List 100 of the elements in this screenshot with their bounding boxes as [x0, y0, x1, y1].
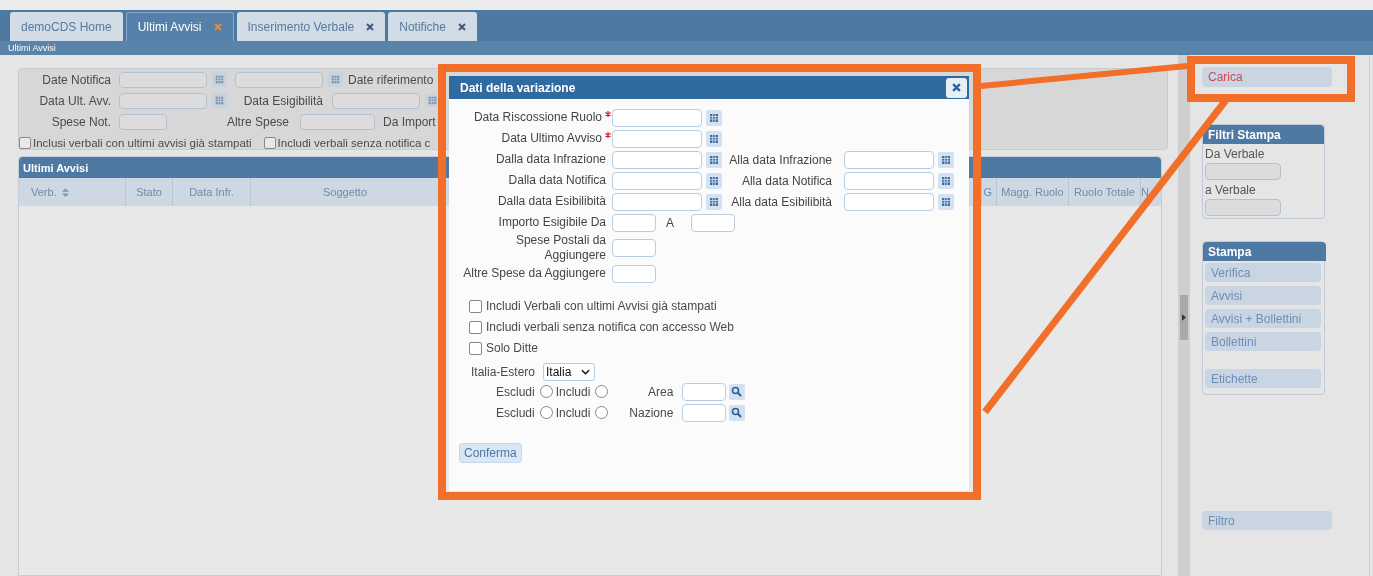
input-field[interactable] [612, 239, 656, 257]
field-label: Dalla data Notifica [507, 173, 607, 188]
field-label: Date riferimento [348, 72, 434, 87]
input-field[interactable] [612, 171, 702, 190]
print-button[interactable]: Avvisi [1205, 286, 1321, 305]
field-label: A [666, 215, 674, 230]
load-button[interactable]: Carica [1202, 67, 1332, 87]
field-label: Data Ult. Avv. [38, 93, 111, 108]
chevron-icon[interactable] [581, 369, 591, 375]
input-field[interactable] [691, 213, 735, 232]
checkbox-label: Includi verbali senza notifica con accesso Web [486, 320, 734, 334]
field-label: Altre Spese da Aggiungere [462, 266, 607, 281]
checkbox[interactable] [19, 136, 31, 149]
input-field[interactable] [612, 129, 702, 148]
field-label: Dalla data Esibilibità [496, 194, 607, 209]
input-field[interactable] [1205, 163, 1281, 180]
calendar-icon[interactable] [706, 130, 722, 147]
print-button[interactable]: Etichette [1205, 369, 1321, 388]
country-select[interactable]: Italia [543, 363, 596, 381]
arrow-icon [1182, 314, 1186, 321]
close-button[interactable] [946, 77, 967, 98]
input-field[interactable] [844, 192, 934, 211]
input-field[interactable] [612, 264, 656, 283]
input-field[interactable] [1205, 199, 1281, 216]
close-icon[interactable] [366, 22, 375, 31]
field-label: Da Verbale [1204, 147, 1265, 161]
column-header[interactable]: Soggetto [251, 178, 439, 206]
column-header[interactable]: Verb. [19, 178, 126, 206]
sort-icon[interactable] [61, 187, 69, 197]
print-button[interactable]: Verifica [1205, 263, 1321, 282]
calendar-icon[interactable] [938, 172, 954, 189]
tab[interactable]: Notifiche [388, 12, 477, 41]
field-label: Altre Spese [225, 114, 289, 129]
field-label: Data Esigibilità [242, 93, 323, 108]
column-header[interactable]: Magg. Ruolo [997, 178, 1069, 206]
search-icon[interactable] [729, 383, 746, 400]
collapse-handle[interactable] [1180, 295, 1188, 340]
input-field[interactable] [844, 150, 934, 169]
field-label: Italia-Estero [471, 365, 536, 379]
column-header[interactable]: N [1141, 178, 1161, 206]
input-field[interactable] [612, 150, 702, 169]
search-icon[interactable] [729, 404, 746, 421]
print-button[interactable]: Bollettini [1205, 332, 1321, 351]
calendar-icon[interactable] [706, 109, 722, 126]
input-field[interactable] [612, 108, 702, 127]
radio-label: Escludi [496, 405, 535, 420]
checkbox[interactable] [469, 299, 482, 313]
input-field[interactable] [119, 113, 167, 130]
close-icon[interactable] [457, 22, 466, 31]
input-field[interactable] [682, 382, 727, 401]
input-field[interactable] [300, 113, 375, 130]
field-label: Nazione [628, 405, 674, 420]
input-field[interactable] [682, 403, 727, 422]
field-label: Data Riscossione Ruolo [459, 110, 611, 125]
input-field[interactable] [119, 92, 207, 109]
checkbox-label: Includi verbali senza notifica c [277, 136, 431, 149]
column-header[interactable]: Ruolo Totale [1069, 178, 1141, 206]
checkbox[interactable] [469, 341, 482, 355]
input-field[interactable] [332, 92, 420, 109]
checkbox-label: Inclusi verbali con ultimi avvisi già stampati [33, 136, 252, 149]
radio-button[interactable] [595, 406, 609, 419]
tab[interactable]: demoCDS Home [10, 12, 123, 41]
column-header[interactable]: G [981, 178, 997, 206]
field-label: Area [647, 384, 674, 399]
checkbox[interactable] [263, 136, 276, 149]
panel-title: Stampa [1203, 242, 1326, 261]
calendar-icon[interactable] [706, 172, 722, 189]
field-label: Spese Postali da Aggiungere [514, 233, 607, 263]
radio-button[interactable] [539, 385, 553, 398]
field-label: Alla data Infrazione [728, 152, 832, 167]
field-label: Spese Not. [50, 114, 111, 129]
radio-label: Includi [555, 384, 591, 399]
breadcrumb-text: Ultimi Avvisi [8, 43, 56, 53]
required-icon [605, 132, 611, 138]
calendar-icon[interactable] [938, 193, 954, 210]
radio-label: Includi [555, 405, 591, 420]
checkbox[interactable] [469, 320, 482, 334]
input-field[interactable] [119, 71, 207, 88]
calendar-icon[interactable] [706, 151, 722, 168]
radio-button[interactable] [539, 406, 553, 419]
radio-button[interactable] [595, 385, 609, 398]
input-field[interactable] [844, 171, 934, 190]
tab[interactable]: Ultimi Avvisi [125, 12, 234, 41]
tab[interactable]: Inserimento Verbale [236, 12, 386, 41]
panel-title: Filtri Stampa [1203, 125, 1324, 144]
filter-button[interactable]: Filtro [1202, 511, 1332, 530]
confirm-button[interactable]: Conferma [459, 443, 522, 463]
input-field[interactable] [235, 71, 323, 88]
column-header[interactable]: Stato [126, 178, 173, 206]
column-header[interactable]: Data Infr. [173, 178, 251, 206]
field-label: Alla data Notifica [740, 173, 832, 188]
calendar-icon[interactable] [938, 151, 954, 168]
panel-title: Ultimi Avvisi [23, 161, 89, 174]
close-icon[interactable] [952, 83, 961, 92]
input-field[interactable] [612, 213, 656, 232]
required-icon [605, 111, 611, 117]
field-label: Da Import [383, 114, 436, 129]
calendar-icon[interactable] [706, 193, 722, 210]
print-button[interactable]: Avvisi + Bollettini [1205, 309, 1321, 328]
input-field[interactable] [612, 192, 702, 211]
